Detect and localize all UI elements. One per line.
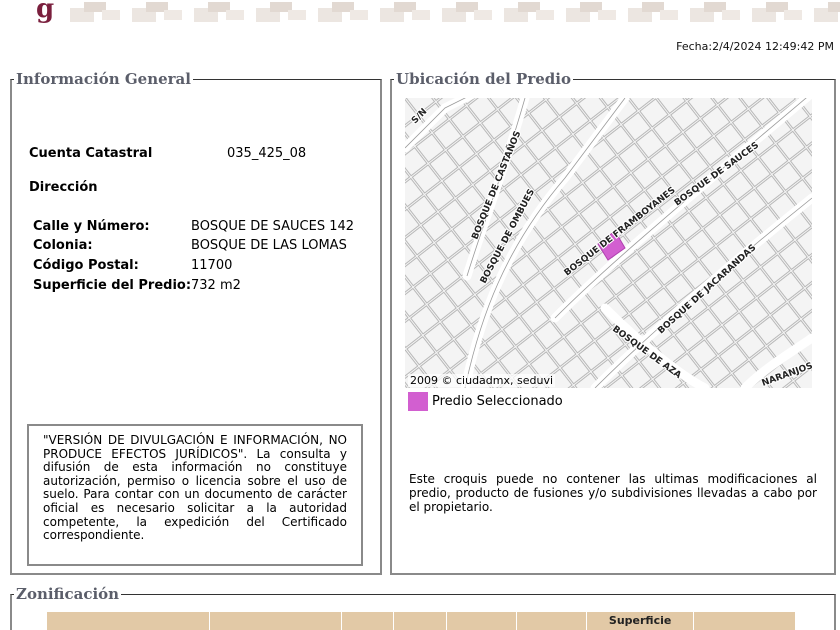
superficie-value: 732 m2: [191, 278, 241, 293]
zonificacion-col-header: [516, 611, 588, 630]
legend-swatch: [408, 392, 428, 411]
map-note: Este croquis puede no contener las ultim…: [409, 472, 817, 514]
calle-value: BOSQUE DE SAUCES 142: [191, 219, 355, 234]
map-copyright: 2009 © ciudadmx, seduvi: [408, 374, 556, 387]
calle-label: Calle y Número:: [33, 219, 150, 234]
cuenta-catastral-value: 035_425_08: [227, 146, 307, 161]
superficie-label: Superficie del Predio:: [33, 278, 192, 293]
zonificacion-col-header: [46, 611, 210, 630]
direccion-label: Dirección: [29, 180, 98, 195]
codigo-postal-label: Código Postal:: [33, 258, 139, 273]
zonificacion-col-header: Superficie: [586, 611, 695, 630]
date-stamp: Fecha:2/4/2024 12:49:42 PM: [676, 40, 834, 53]
zonificacion-col-header: [393, 611, 448, 630]
zonificacion-col-header: [693, 611, 796, 630]
colonia-value: BOSQUE DE LAS LOMAS: [191, 238, 347, 253]
cuenta-catastral-label: Cuenta Catastral: [29, 146, 153, 161]
codigo-postal-value: 11700: [191, 258, 233, 273]
zonificacion-table: Superficie: [46, 611, 796, 630]
zonificacion-title: Zonificación: [16, 585, 120, 603]
zonificacion-col-header: [208, 611, 342, 630]
legend-label: Predio Seleccionado: [432, 394, 563, 409]
informacion-general-title: Información General: [16, 70, 191, 88]
map-drawing: S/N BOSQUE DE CASTAÑOS BOSQUE DE OMBUES …: [405, 98, 812, 388]
top-banner: g: [0, 0, 840, 26]
ubicacion-title: Ubicación del Predio: [396, 70, 571, 88]
disclaimer-box: "VERSIÓN DE DIVULGACIÓN E INFORMACIÓN, N…: [27, 424, 363, 566]
location-map[interactable]: S/N BOSQUE DE CASTAÑOS BOSQUE DE OMBUES …: [405, 98, 812, 388]
zonificacion-header-row: Superficie: [46, 611, 796, 630]
zonificacion-col-header: [446, 611, 518, 630]
zonificacion-col-header: [340, 611, 395, 630]
logo: g: [36, 0, 55, 24]
colonia-label: Colonia:: [33, 238, 93, 253]
